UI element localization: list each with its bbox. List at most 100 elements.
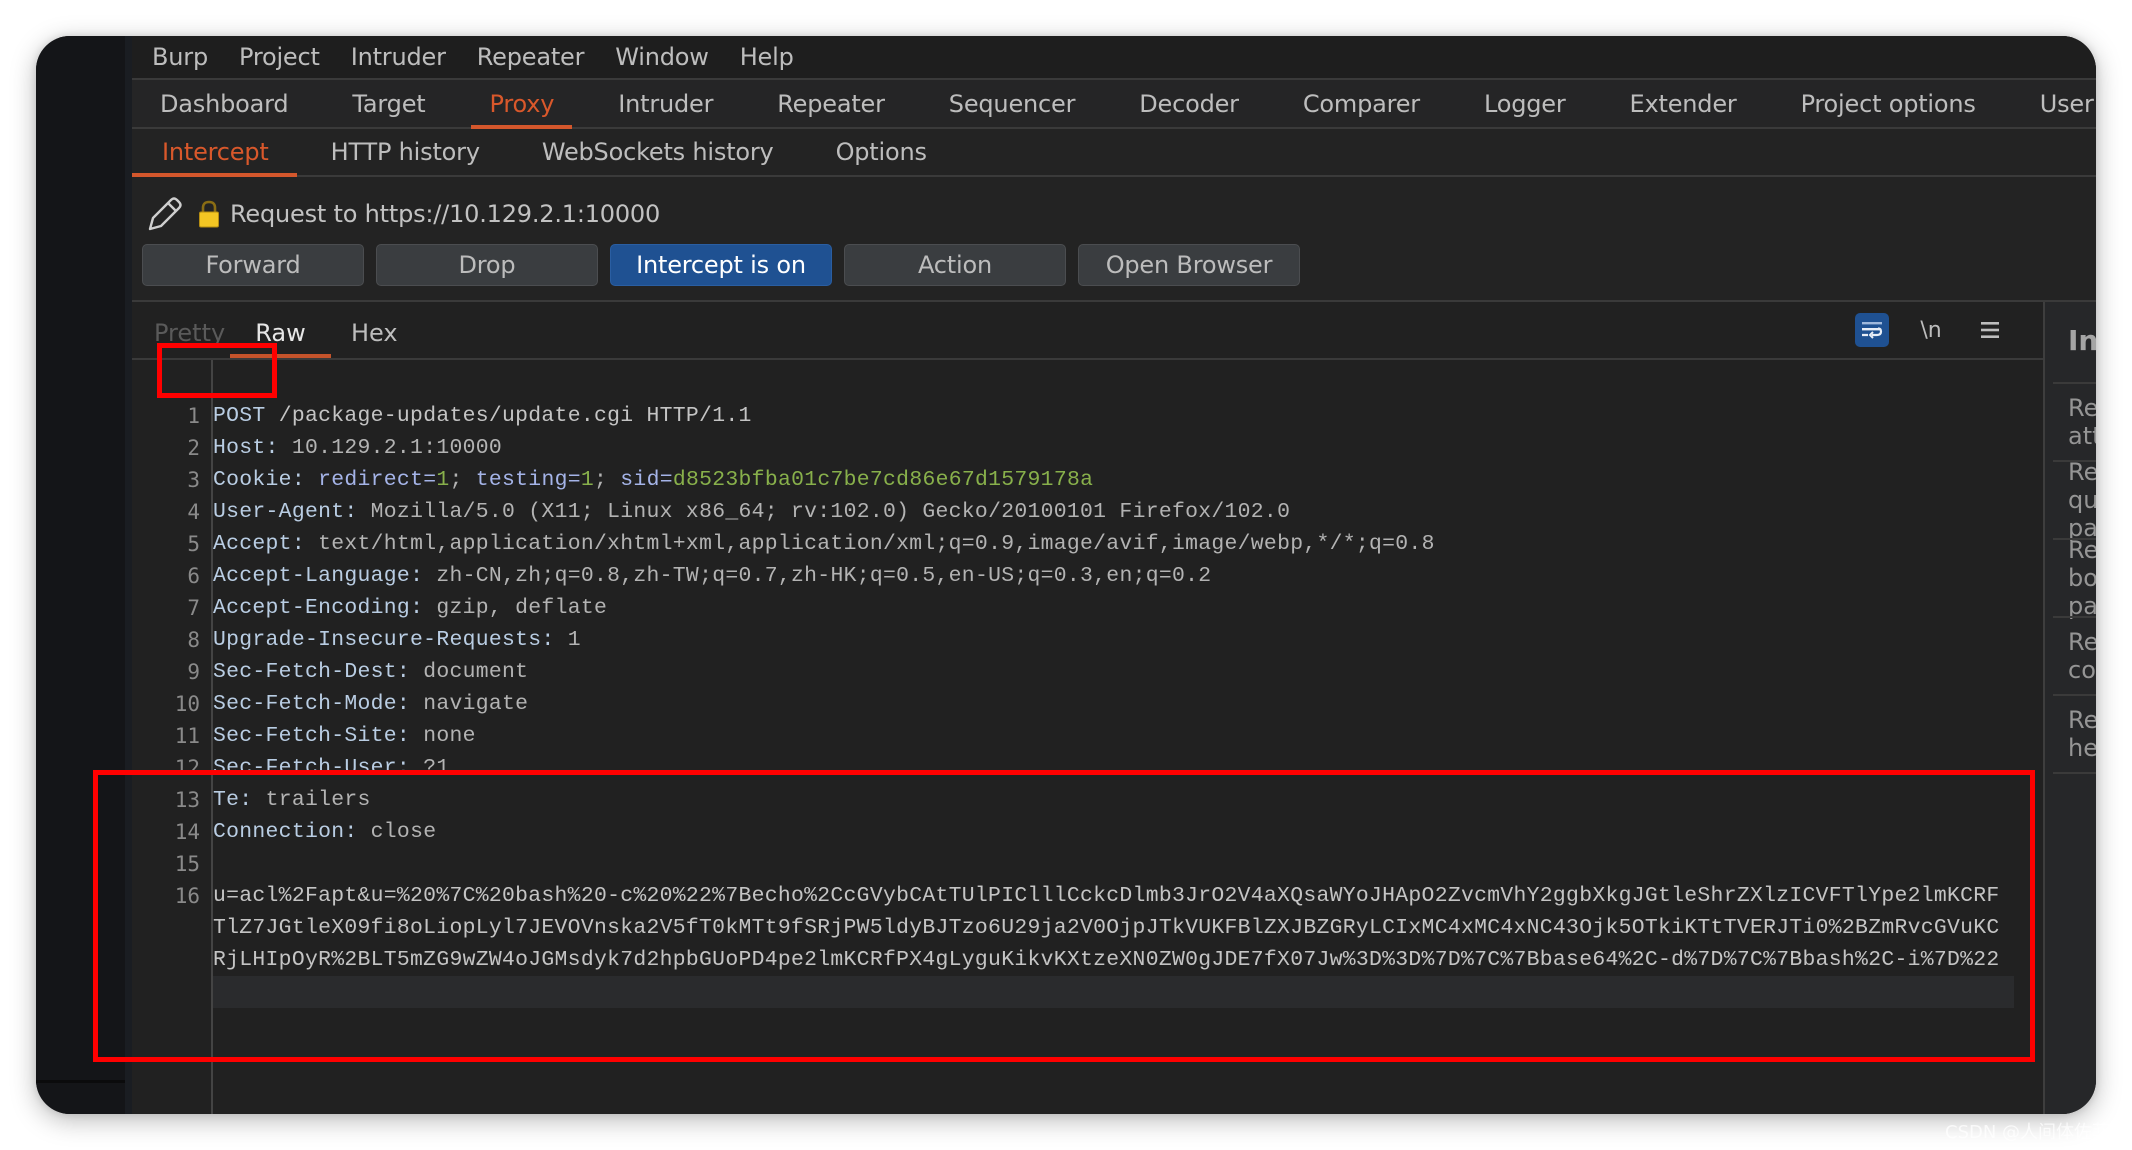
menu-project[interactable]: Project [239,43,320,71]
hamburger-menu-icon[interactable] [1973,313,2007,347]
header-name: Cookie [213,468,292,492]
drop-button[interactable]: Drop [376,244,598,286]
tab-comparer[interactable]: Comparer [1285,80,1438,127]
tab-target[interactable]: Target [334,80,443,127]
line-number: 4 [187,500,200,524]
header-value: zh-CN,zh;q=0.8,zh-TW;q=0.7,zh-HK;q=0.5,e… [436,564,1212,588]
action-button[interactable]: Action [844,244,1066,286]
header-name: Upgrade-Insecure-Requests [213,628,542,652]
tab-logger[interactable]: Logger [1466,80,1584,127]
tab-dashboard[interactable]: Dashboard [142,80,306,127]
current-line-highlight [213,976,2014,1008]
request-raw-text[interactable]: 1 POST /package-updates/update.cgi HTTP/… [132,400,2043,1008]
request-path: /package-updates/update.cgi [278,404,634,428]
header-name: Sec-Fetch-Dest [213,660,397,684]
tab-repeater[interactable]: Repeater [759,80,903,127]
watermark-text: CSDN @人间体佐菲 [1945,1122,2111,1143]
subtab-options[interactable]: Options [806,129,955,175]
inspector-request-attributes[interactable]: Request attributes [2053,382,2096,460]
open-browser-button[interactable]: Open Browser [1078,244,1300,286]
code-line-14: 14 Connection: close [132,816,2043,848]
tab-decoder[interactable]: Decoder [1121,80,1257,127]
tab-extender[interactable]: Extender [1612,80,1755,127]
header-name: User-Agent [213,500,345,524]
code-line-3: 3 Cookie: redirect=1; testing=1; sid=d85… [132,464,2043,496]
request-target-label: Request to https://10.129.2.1:10000 [230,200,661,228]
line-number: 5 [187,532,200,556]
tab-user-options[interactable]: User options [2022,80,2096,127]
tab-proxy[interactable]: Proxy [471,80,572,129]
code-line-5: 5 Accept: text/html,application/xhtml+xml… [132,528,2043,560]
inspector-divider [2053,772,2096,776]
code-line-2: 2 Host: 10.129.2.1:10000 [132,432,2043,464]
cookie-value: d8523bfba01c7be7cd86e67d1579178a [672,468,1094,492]
forward-button[interactable]: Forward [142,244,364,286]
line-number: 14 [174,820,200,844]
code-line-6: 6 Accept-Language: zh-CN,zh;q=0.8,zh-TW;q… [132,560,2043,592]
menu-intruder[interactable]: Intruder [351,43,446,71]
line-number: 13 [174,788,200,812]
intercept-toggle-button[interactable]: Intercept is on [610,244,832,286]
menu-repeater[interactable]: Repeater [477,43,585,71]
request-editor[interactable]: Pretty Raw Hex \n 1 POST /package-update… [132,302,2045,1114]
code-line-7: 7 Accept-Encoding: gzip, deflate [132,592,2043,624]
inspector-query-params[interactable]: Request query parameters [2053,458,2096,542]
tab-project-options[interactable]: Project options [1783,80,1994,127]
burp-suite-app: Burp Project Intruder Repeater Window He… [132,36,2096,1114]
code-line-15: 15 [132,848,2043,880]
line-number: 12 [174,756,200,780]
line-number: 15 [174,852,200,876]
editor-tab-hex[interactable]: Hex [334,310,415,356]
menu-help[interactable]: Help [740,43,794,71]
header-name: Sec-Fetch-Mode [213,692,397,716]
cookie-key: testing [475,468,568,492]
subtab-websockets-history[interactable]: WebSockets history [512,129,802,175]
request-body: u=acl%2Fapt&u=%20%7C%20bash%20-c%20%22%7… [213,884,2000,972]
word-wrap-icon[interactable] [1855,313,1889,347]
editor-toolbar: \n [1830,313,2007,347]
pencil-edit-icon[interactable] [144,194,184,234]
inspector-request-headers[interactable]: Request headers [2053,694,2096,772]
inspector-title: Inspector [2068,324,2096,357]
header-value: gzip, deflate [436,596,608,620]
menu-window[interactable]: Window [615,43,709,71]
cookie-value: 1 [436,468,450,492]
tab-sequencer[interactable]: Sequencer [931,80,1093,127]
editor-tab-bar: Pretty Raw Hex \n [132,302,2043,360]
inspector-panel: Inspector Request attributes Request que… [2045,302,2096,1114]
inspector-body-params[interactable]: Request body parameters [2053,536,2096,620]
menu-burp[interactable]: Burp [152,43,208,71]
subtab-intercept[interactable]: Intercept [132,129,297,177]
show-newlines-icon[interactable]: \n [1914,313,1948,347]
line-number: 2 [187,436,200,460]
header-value: document [423,660,529,684]
header-name: Sec-Fetch-Site [213,724,397,748]
code-line-13: 13 Te: trailers [132,784,2043,816]
line-number: 16 [174,884,200,908]
code-line-12: 12 Sec-Fetch-User: ?1 [132,752,2043,784]
editor-tab-raw[interactable]: Raw [230,310,331,358]
header-value: close [370,820,437,844]
line-number: 9 [187,660,200,684]
header-name: Host [213,436,266,460]
cookie-key: redirect [318,468,424,492]
header-value: ?1 [423,756,450,780]
line-number: 7 [187,596,200,620]
header-value: 1 [567,628,581,652]
header-value: none [423,724,476,748]
cookie-key: sid [620,468,660,492]
subtab-http-history[interactable]: HTTP history [301,129,508,175]
inspector-request-cookies[interactable]: Request cookies [2053,616,2096,694]
code-line-8: 8 Upgrade-Insecure-Requests: 1 [132,624,2043,656]
editor-tab-pretty[interactable]: Pretty [137,310,242,356]
http-version: HTTP/1.1 [646,404,752,428]
line-number: 1 [187,404,200,428]
header-value: navigate [423,692,529,716]
code-line-16: 16 u=acl%2Fapt&u=%20%7C%20bash%20-c%20%2… [132,880,2043,1008]
header-name: Sec-Fetch-User [213,756,397,780]
cookie-value: 1 [580,468,595,492]
tab-intruder[interactable]: Intruder [600,80,731,127]
code-line-4: 4 User-Agent: Mozilla/5.0 (X11; Linux x86… [132,496,2043,528]
header-value: trailers [265,788,371,812]
code-line-11: 11 Sec-Fetch-Site: none [132,720,2043,752]
